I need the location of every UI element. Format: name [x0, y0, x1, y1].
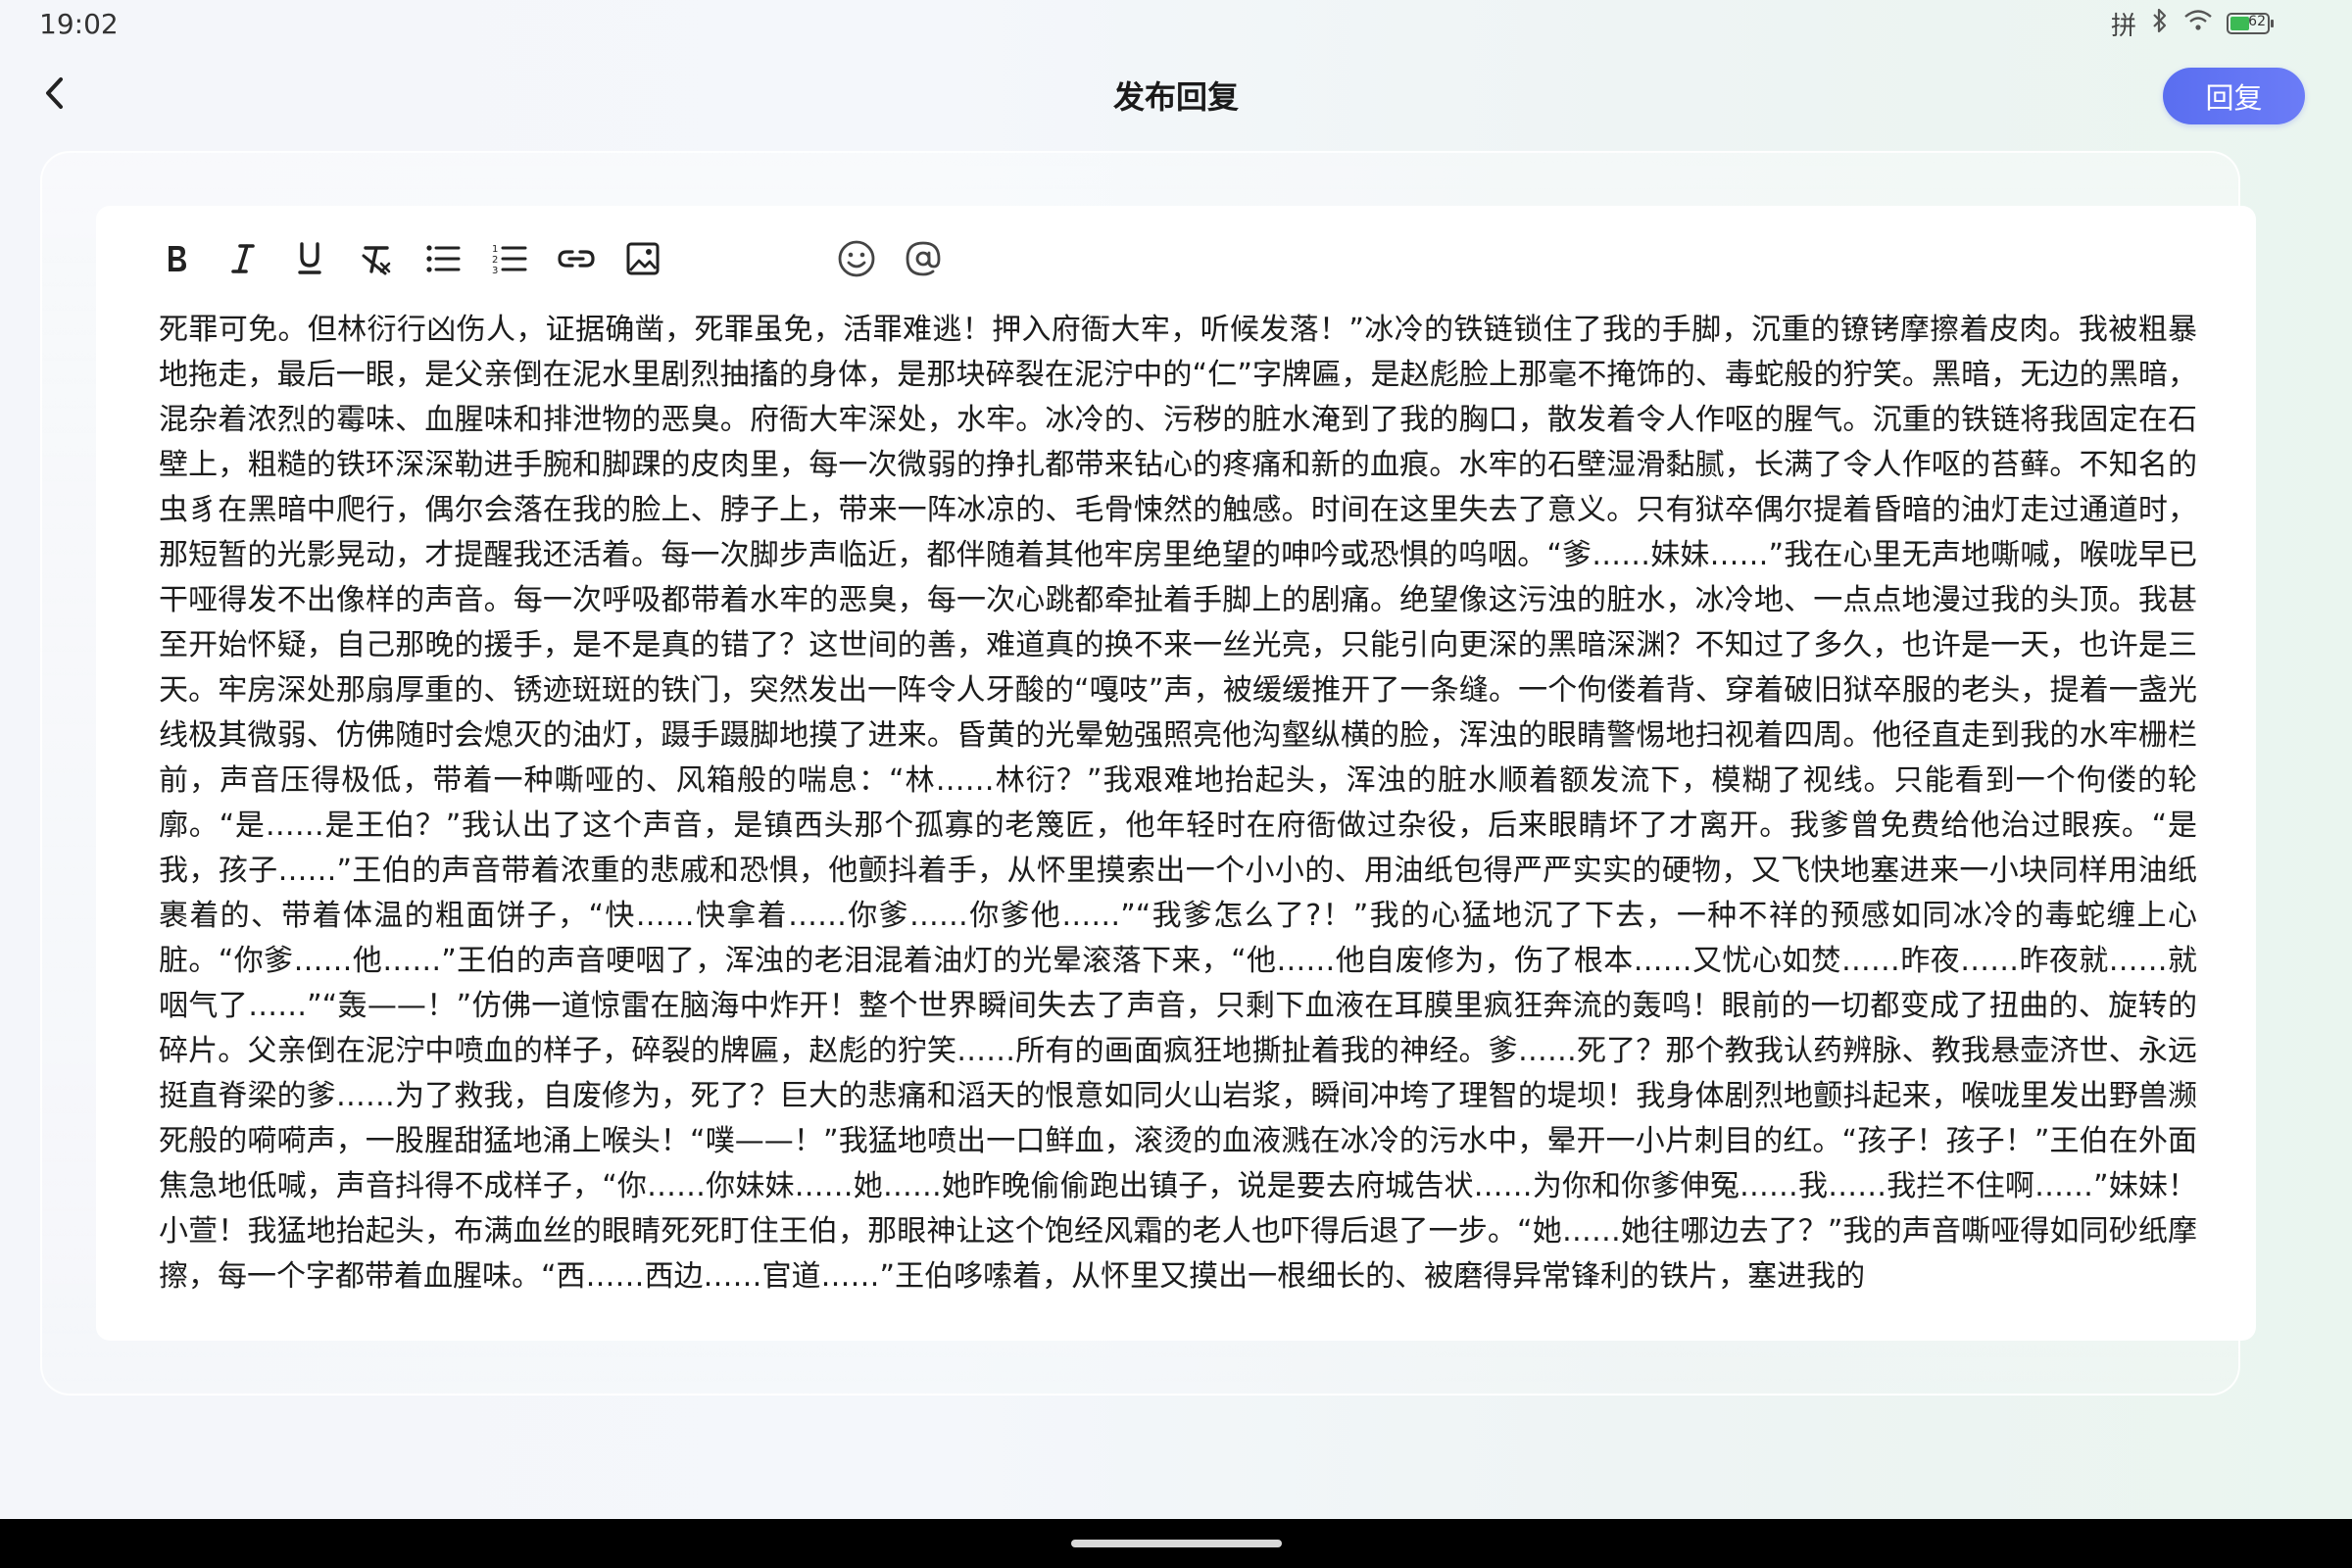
bullet-list-icon: [425, 243, 461, 278]
status-time: 19:02: [39, 8, 119, 40]
bold-icon: [162, 242, 191, 279]
rich-text-editor[interactable]: 123 死罪可免。但林衍行凶伤人，证据确凿，死罪虽免，活罪难逃！押入府衙大牢，听…: [96, 206, 2256, 1341]
svg-text:1: 1: [492, 244, 498, 255]
link-icon: [557, 245, 596, 276]
battery-level: 62: [2248, 14, 2266, 29]
mention-icon: [904, 239, 943, 282]
numbered-list-icon: 123: [492, 242, 527, 279]
reply-button[interactable]: 回复: [2163, 68, 2305, 124]
numbered-list-button[interactable]: 123: [488, 239, 531, 282]
italic-button[interactable]: [221, 239, 265, 282]
mention-button[interactable]: [902, 239, 945, 282]
image-icon: [625, 241, 661, 280]
underline-icon: [295, 241, 324, 280]
home-indicator[interactable]: [1071, 1540, 1282, 1547]
underline-button[interactable]: [288, 239, 331, 282]
svg-text:3: 3: [492, 266, 498, 275]
status-bar: 19:02 拼 62: [0, 0, 2352, 49]
italic-icon: [228, 242, 258, 279]
page-title: 发布回复: [1112, 78, 1239, 116]
ime-indicator: 拼: [2110, 11, 2136, 41]
bold-button[interactable]: [155, 239, 198, 282]
image-button[interactable]: [621, 239, 664, 282]
format-toolbar: 123: [155, 231, 968, 290]
clear-format-icon: [360, 242, 393, 279]
battery-icon: 62: [2227, 13, 2274, 34]
svg-text:2: 2: [492, 255, 498, 266]
bluetooth-icon: [2150, 7, 2170, 41]
bullet-list-button[interactable]: [421, 239, 465, 282]
editor-content[interactable]: 死罪可免。但林衍行凶伤人，证据确凿，死罪虽免，活罪难逃！押入府衙大牢，听候发落！…: [159, 308, 2197, 1299]
wifi-icon: [2183, 9, 2213, 39]
clear-format-button[interactable]: [355, 239, 398, 282]
emoji-icon: [837, 239, 876, 282]
status-icons: 拼 62: [2110, 6, 2274, 41]
system-navigation-bar: [0, 1519, 2352, 1568]
link-button[interactable]: [555, 239, 598, 282]
emoji-button[interactable]: [835, 239, 878, 282]
